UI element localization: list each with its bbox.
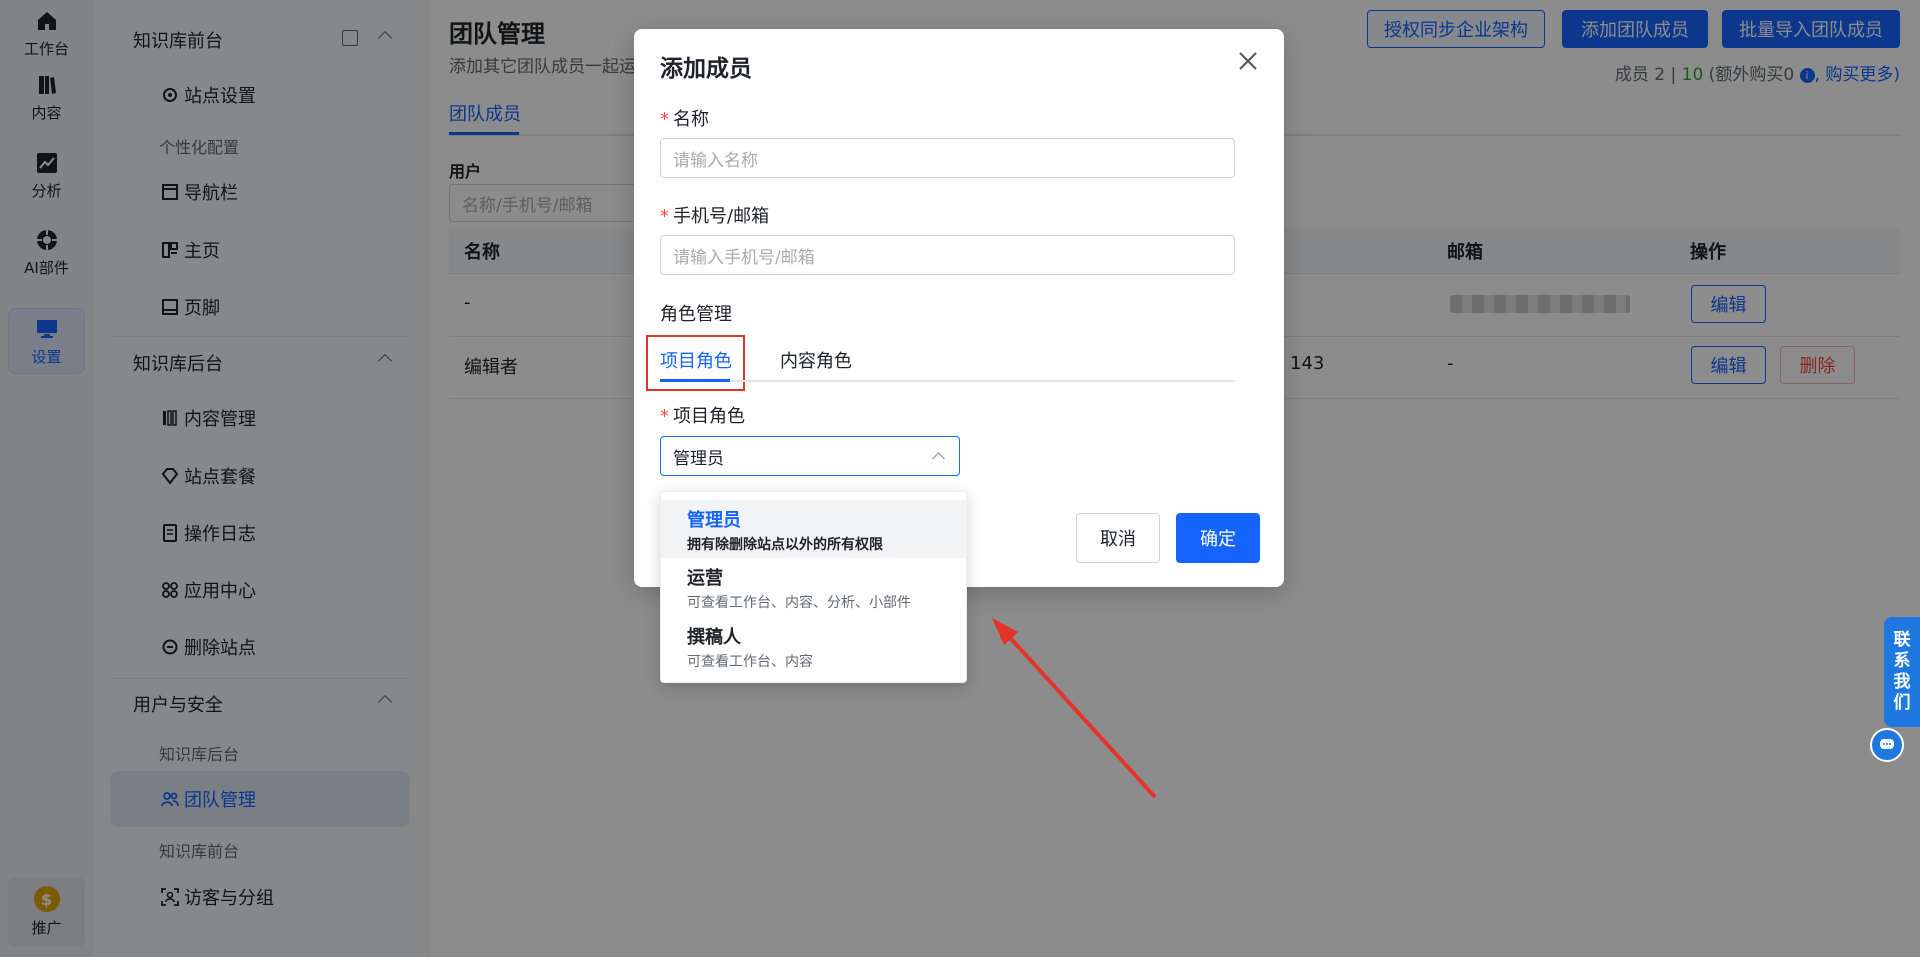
role-dropdown: 管理员 拥有除删除站点以外的所有权限 运营 可查看工作台、内容、分析、小部件 撰… <box>660 491 967 683</box>
chat-icon[interactable] <box>1870 728 1904 762</box>
role-tabs-line <box>660 380 1235 382</box>
name-label: * 名称 <box>660 109 709 130</box>
tab-project-role[interactable]: 项目角色 <box>660 347 732 373</box>
confirm-button[interactable]: 确定 <box>1176 513 1260 563</box>
name-input[interactable]: 请输入名称 <box>660 138 1235 178</box>
chevron-up-icon <box>932 452 945 465</box>
role-mgmt-label: 角色管理 <box>660 304 732 325</box>
project-role-label: * 项目角色 <box>660 406 745 427</box>
dialog-title: 添加成员 <box>660 56 752 82</box>
option-operator[interactable]: 运营 可查看工作台、内容、分析、小部件 <box>661 558 966 616</box>
option-admin[interactable]: 管理员 拥有除删除站点以外的所有权限 <box>661 500 966 558</box>
project-role-select[interactable]: 管理员 <box>660 436 960 476</box>
close-icon[interactable] <box>1236 49 1260 73</box>
cancel-button[interactable]: 取消 <box>1076 513 1160 563</box>
phone-email-label: * 手机号/邮箱 <box>660 206 770 227</box>
phone-email-input[interactable]: 请输入手机号/邮箱 <box>660 235 1235 275</box>
contact-us-button[interactable]: 联 系 我 们 <box>1884 617 1920 727</box>
role-tab-indicator <box>660 379 730 382</box>
option-writer[interactable]: 撰稿人 可查看工作台、内容 <box>661 617 966 675</box>
tab-content-role[interactable]: 内容角色 <box>780 347 852 373</box>
